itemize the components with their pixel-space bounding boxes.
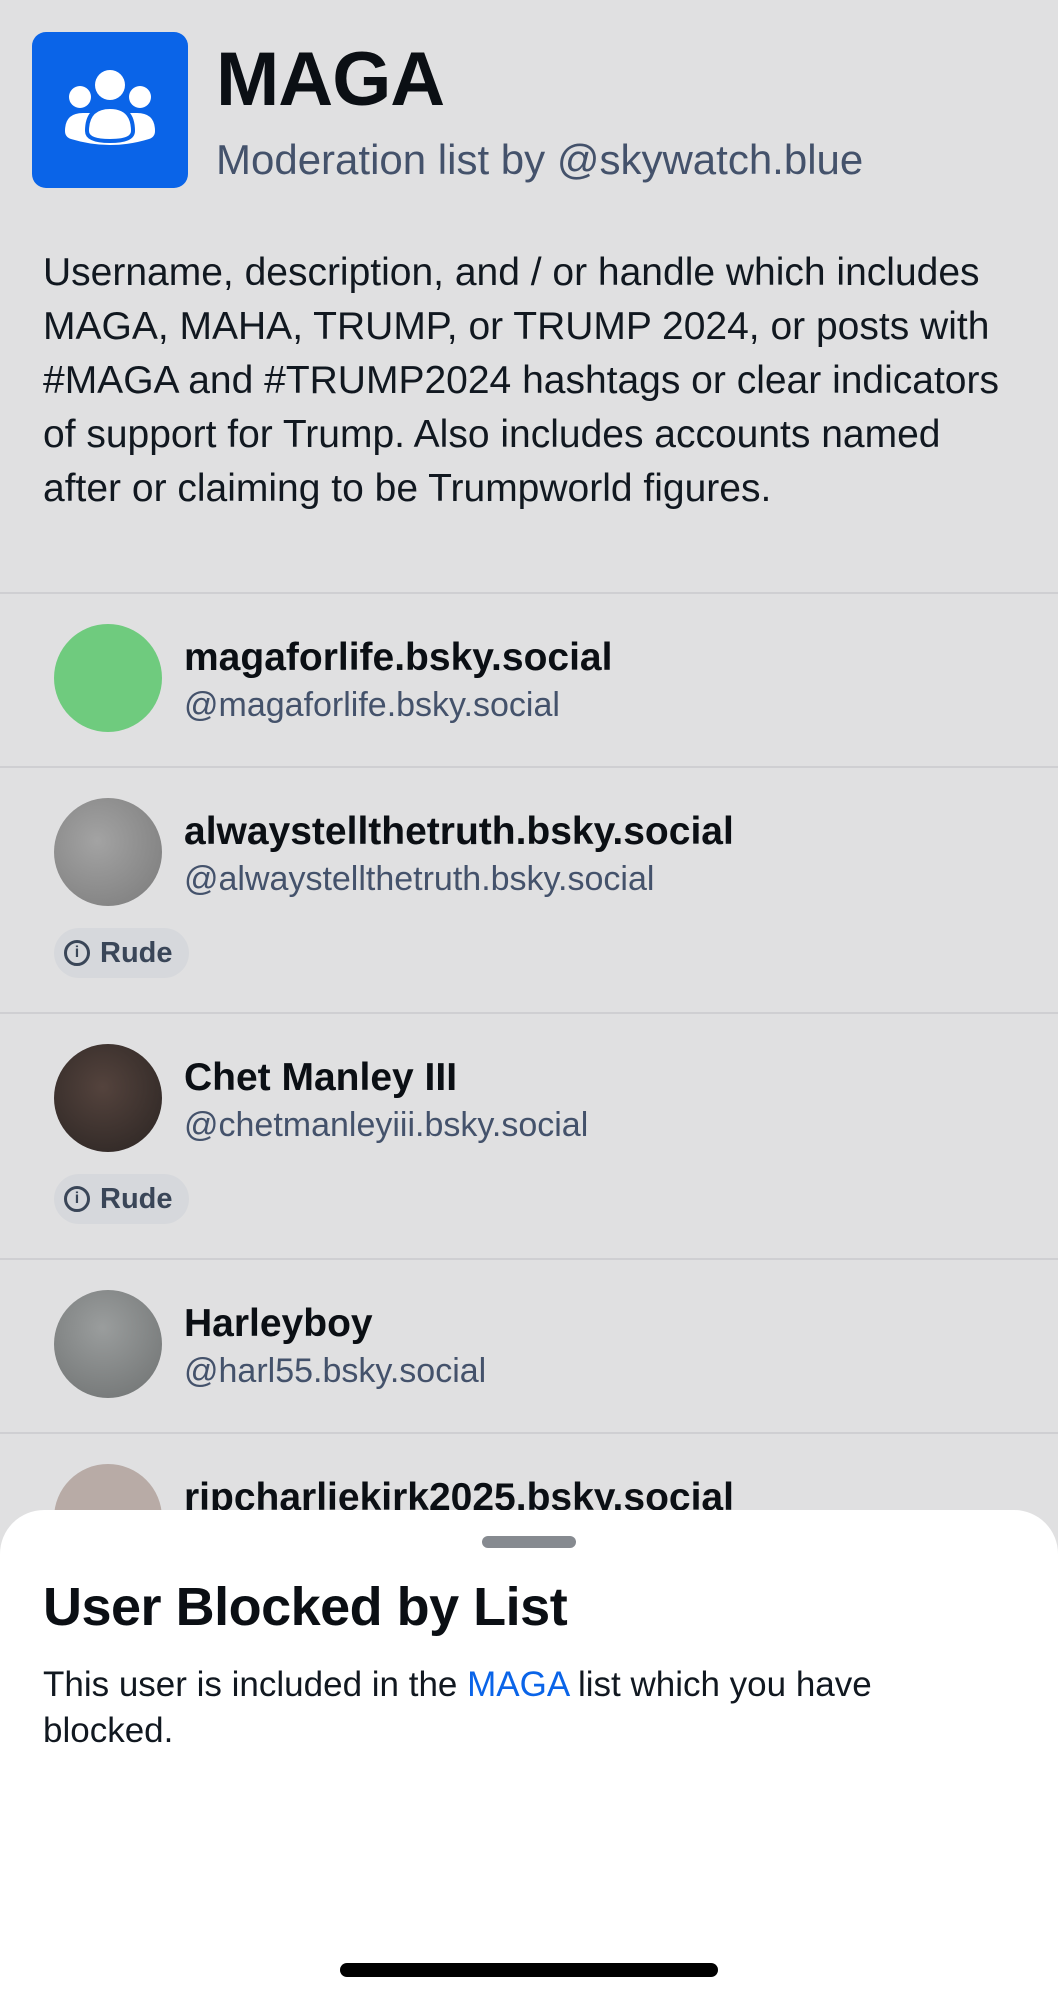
user-display-name: magaforlife.bsky.social <box>184 636 613 679</box>
user-handle: @alwaystellthetruth.bsky.social <box>184 860 655 898</box>
list-header: MAGA Moderation list by @skywatch.blue <box>32 32 1026 188</box>
sheet-description: This user is included in the MAGA list w… <box>43 1662 1003 1754</box>
list-subtitle[interactable]: Moderation list by @skywatch.blue <box>216 136 863 184</box>
list-title: MAGA <box>216 37 445 122</box>
user-handle: @chetmanleyiii.bsky.social <box>184 1106 589 1144</box>
user-display-name: Harleyboy <box>184 1302 373 1345</box>
user-display-name: Chet Manley III <box>184 1056 458 1099</box>
blocked-info-sheet: User Blocked by List This user is includ… <box>0 1510 1058 2000</box>
avatar[interactable] <box>54 624 162 732</box>
badge-label: Rude <box>100 936 173 969</box>
list-item[interactable]: alwaystellthetruth.bsky.social @alwayste… <box>0 768 1058 1012</box>
home-indicator[interactable] <box>340 1963 718 1977</box>
user-handle: @magaforlife.bsky.social <box>184 686 560 724</box>
list-item[interactable]: Chet Manley III @chetmanleyiii.bsky.soci… <box>0 1014 1058 1258</box>
list-link[interactable]: MAGA <box>467 1665 568 1704</box>
user-handle: @harl55.bsky.social <box>184 1352 487 1390</box>
sheet-title: User Blocked by List <box>43 1577 568 1637</box>
list-item[interactable]: Harleyboy @harl55.bsky.social <box>0 1260 1058 1432</box>
info-icon: i <box>64 940 90 966</box>
list-item[interactable]: magaforlife.bsky.social @magaforlife.bsk… <box>0 594 1058 766</box>
sheet-text-before: This user is included in the <box>43 1665 468 1704</box>
sheet-grabber[interactable] <box>482 1536 576 1548</box>
list-description: Username, description, and / or handle w… <box>43 251 999 510</box>
avatar[interactable] <box>54 1044 162 1152</box>
moderation-label-badge[interactable]: i Rude <box>54 928 189 978</box>
avatar[interactable] <box>54 798 162 906</box>
avatar[interactable] <box>54 1290 162 1398</box>
moderation-label-badge[interactable]: i Rude <box>54 1174 189 1224</box>
list-avatar <box>32 32 188 188</box>
badge-label: Rude <box>100 1182 173 1215</box>
user-display-name: alwaystellthetruth.bsky.social <box>184 810 734 853</box>
info-icon: i <box>64 1186 90 1212</box>
people-group-icon <box>65 70 155 145</box>
